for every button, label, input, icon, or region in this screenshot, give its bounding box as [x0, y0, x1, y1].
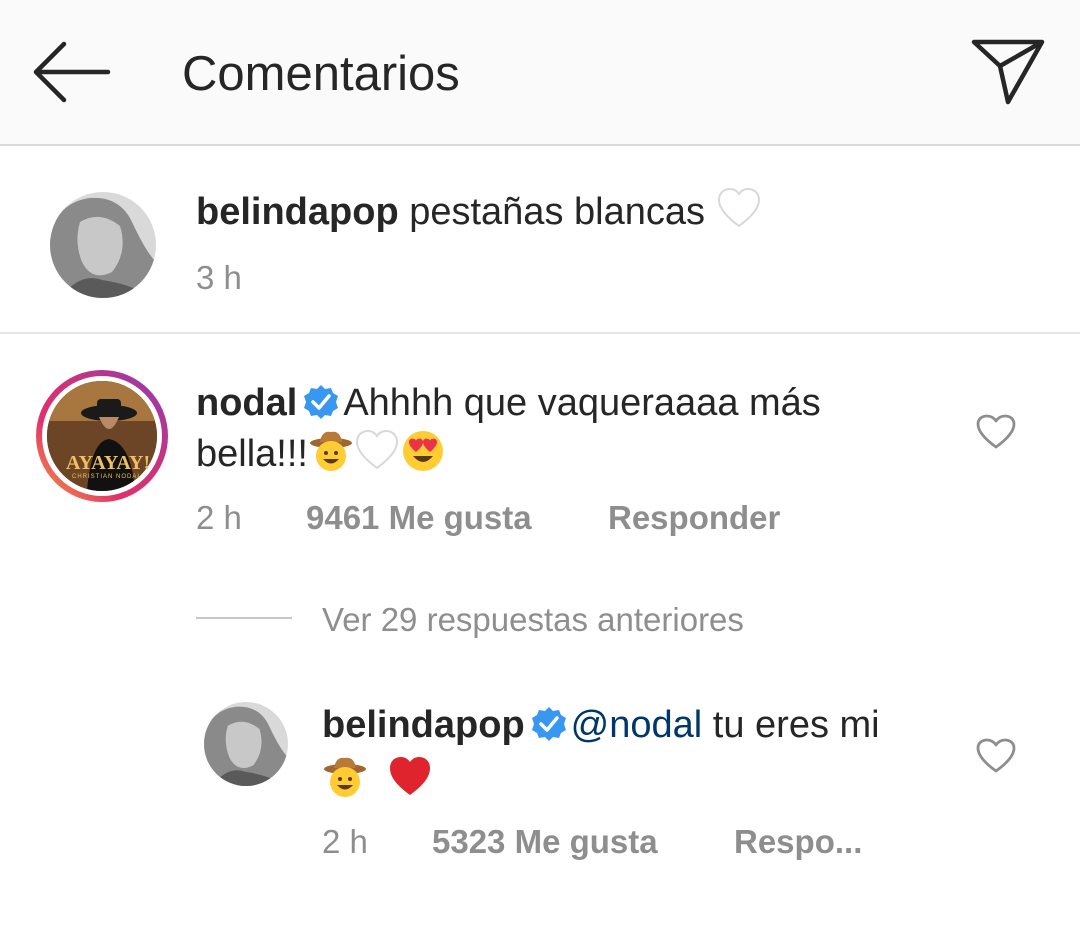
heart-eyes-emoji — [402, 431, 443, 471]
paper-plane-icon[interactable] — [970, 36, 1046, 106]
comment-username[interactable]: nodal — [196, 382, 297, 424]
avatar[interactable] — [50, 192, 156, 298]
caption-time: 3 h — [196, 259, 242, 296]
comment-body-line2: bella!!! — [196, 433, 308, 475]
cowboy-face-emoji — [309, 431, 352, 471]
avatar-nodal-subtitle: CHRISTIAN NODAL — [72, 474, 142, 480]
verified-badge-icon — [304, 385, 339, 419]
reply-reply-button[interactable]: Respo... — [734, 822, 862, 862]
avatar-nodal-title: AYAYAY! — [66, 452, 151, 474]
cowboy-face-emoji — [324, 757, 366, 797]
view-replies-link[interactable]: Ver 29 respuestas anteriores — [322, 600, 744, 640]
comment-text: nodal Ahhhh que vaqueraaaa más bella!!! — [196, 378, 936, 479]
verified-badge-icon — [531, 707, 566, 741]
comment-reply-button[interactable]: Responder — [608, 498, 780, 538]
caption-body: pestañas blancas — [409, 191, 705, 233]
reply-mention[interactable]: @nodal — [571, 704, 703, 746]
white-heart-emoji — [355, 429, 398, 470]
post-caption: belindapop pestañas blancas 3 h — [0, 146, 1080, 334]
reply-username[interactable]: belindapop — [322, 704, 525, 746]
avatar-belindapop[interactable] — [204, 702, 288, 786]
comment-body-line1: Ahhhh que vaqueraaaa más — [343, 382, 821, 424]
reply-time: 2 h — [322, 823, 368, 860]
replies-divider — [196, 617, 292, 619]
like-heart-icon[interactable] — [976, 414, 1016, 450]
reply-likes[interactable]: 5323 Me gusta — [432, 822, 658, 862]
page-title: Comentarios — [182, 47, 460, 101]
top-bar: Comentarios — [0, 0, 1080, 146]
comment-likes[interactable]: 9461 Me gusta — [306, 498, 532, 538]
back-arrow-icon[interactable] — [32, 40, 112, 104]
red-heart-emoji — [389, 757, 430, 795]
reply-text: belindapop @nodal tu eres mi — [322, 700, 962, 805]
comment-time: 2 h — [196, 499, 242, 536]
caption-username[interactable]: belindapop — [196, 191, 399, 233]
like-heart-icon[interactable] — [976, 738, 1016, 774]
reply-body: tu eres mi — [712, 704, 880, 746]
caption-text: belindapop pestañas blancas — [196, 186, 762, 237]
avatar-nodal[interactable]: AYAYAY! CHRISTIAN NODAL — [36, 370, 168, 502]
white-heart-emoji — [717, 187, 760, 228]
